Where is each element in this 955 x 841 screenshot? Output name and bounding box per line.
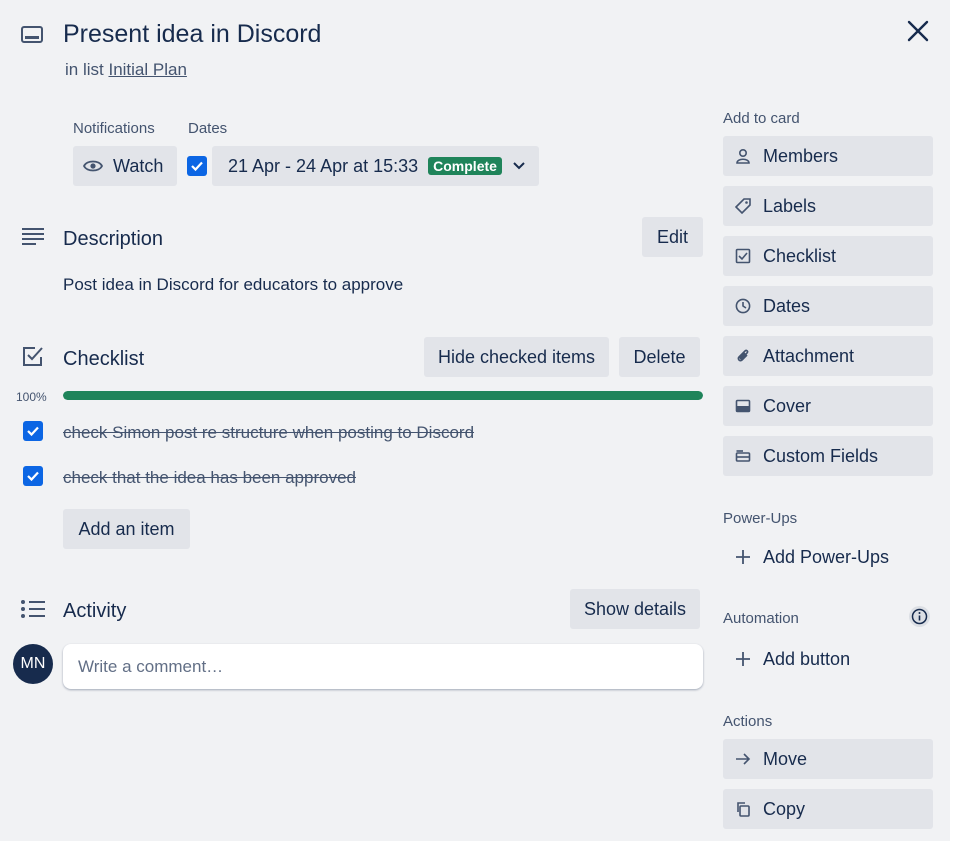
progress-track <box>63 391 703 400</box>
add-button-button[interactable]: Add button <box>723 639 933 679</box>
dates-value: 21 Apr - 24 Apr at 15:33 <box>228 155 419 176</box>
list-link[interactable]: Initial Plan <box>108 60 186 79</box>
activity-icon <box>20 599 46 619</box>
add-powerups-button[interactable]: Add Power-Ups <box>723 537 933 577</box>
card-title[interactable]: Present idea in Discord <box>63 20 321 49</box>
dates-label: Dates <box>188 120 228 137</box>
add-to-card-label: Add to card <box>723 110 800 127</box>
labels-button[interactable]: Labels <box>723 186 933 226</box>
checklist-item-text[interactable]: check Simon post re structure when posti… <box>63 423 474 443</box>
paperclip-icon <box>723 348 763 364</box>
cover-label: Cover <box>763 395 812 416</box>
notifications-label: Notifications <box>73 120 155 137</box>
status-badge: Complete <box>428 157 502 175</box>
dates-side-label: Dates <box>763 295 811 316</box>
description-text[interactable]: Post idea in Discord for educators to ap… <box>63 275 403 295</box>
scrollbar-track[interactable] <box>950 0 955 841</box>
edit-description-button[interactable]: Edit <box>642 217 703 257</box>
hide-checked-label: Hide checked items <box>437 346 596 367</box>
dates-side-button[interactable]: Dates <box>723 286 933 326</box>
list-prefix: in list <box>65 60 104 79</box>
custom-fields-label: Custom Fields <box>763 445 879 466</box>
description-icon <box>21 227 45 247</box>
add-item-label: Add an item <box>78 518 175 539</box>
attachment-label: Attachment <box>763 345 855 366</box>
members-button[interactable]: Members <box>723 136 933 176</box>
person-icon <box>723 148 763 164</box>
plus-icon <box>723 651 763 667</box>
delete-label: Delete <box>633 346 686 367</box>
arrow-right-icon <box>723 751 763 767</box>
dates-checkbox[interactable] <box>187 156 207 176</box>
move-button[interactable]: Move <box>723 739 933 779</box>
edit-label: Edit <box>656 226 689 247</box>
checklist-label: Checklist <box>763 245 837 266</box>
avatar[interactable]: MN <box>13 644 53 684</box>
progress-percent: 100% <box>16 390 47 404</box>
eye-icon <box>83 158 103 174</box>
custom-fields-icon <box>723 448 763 464</box>
show-details-button[interactable]: Show details <box>570 589 700 629</box>
progress-fill <box>63 391 703 400</box>
checklist-item-checkbox[interactable] <box>23 466 43 486</box>
list-info: in list Initial Plan <box>65 60 187 80</box>
labels-label: Labels <box>763 195 817 216</box>
cover-button[interactable]: Cover <box>723 386 933 426</box>
move-label: Move <box>763 748 808 769</box>
delete-checklist-button[interactable]: Delete <box>619 337 700 377</box>
copy-icon <box>723 801 763 817</box>
clock-icon <box>723 298 763 314</box>
comment-input[interactable]: Write a comment… <box>63 644 703 689</box>
checklist-section-icon <box>21 345 45 369</box>
tag-icon <box>723 198 763 214</box>
chevron-down-icon <box>512 161 526 171</box>
members-label: Members <box>763 145 839 166</box>
custom-fields-button[interactable]: Custom Fields <box>723 436 933 476</box>
info-icon[interactable] <box>909 606 930 627</box>
checklist-item-text[interactable]: check that the idea has been approved <box>63 468 356 488</box>
add-button-label: Add button <box>763 648 851 669</box>
activity-title: Activity <box>63 600 127 622</box>
automation-label: Automation <box>723 610 799 627</box>
copy-button[interactable]: Copy <box>723 789 933 829</box>
attachment-button[interactable]: Attachment <box>723 336 933 376</box>
powerups-label: Power-Ups <box>723 510 798 527</box>
cover-icon <box>723 398 763 414</box>
watch-label: Watch <box>113 155 164 176</box>
checklist-title[interactable]: Checklist <box>63 348 144 371</box>
plus-icon <box>723 549 763 565</box>
copy-label: Copy <box>763 798 806 819</box>
add-powerups-label: Add Power-Ups <box>763 546 890 567</box>
card-icon <box>20 24 44 46</box>
actions-label: Actions <box>723 713 773 730</box>
checklist-item-checkbox[interactable] <box>23 421 43 441</box>
show-details-label: Show details <box>583 598 687 619</box>
checklist-button[interactable]: Checklist <box>723 236 933 276</box>
hide-checked-items-button[interactable]: Hide checked items <box>424 337 609 377</box>
checklist-icon <box>723 248 763 264</box>
dates-button[interactable]: 21 Apr - 24 Apr at 15:33 Complete <box>212 146 539 186</box>
watch-button[interactable]: Watch <box>73 146 177 186</box>
add-item-button[interactable]: Add an item <box>63 509 190 549</box>
close-icon[interactable] <box>905 18 931 44</box>
description-title: Description <box>63 228 164 250</box>
